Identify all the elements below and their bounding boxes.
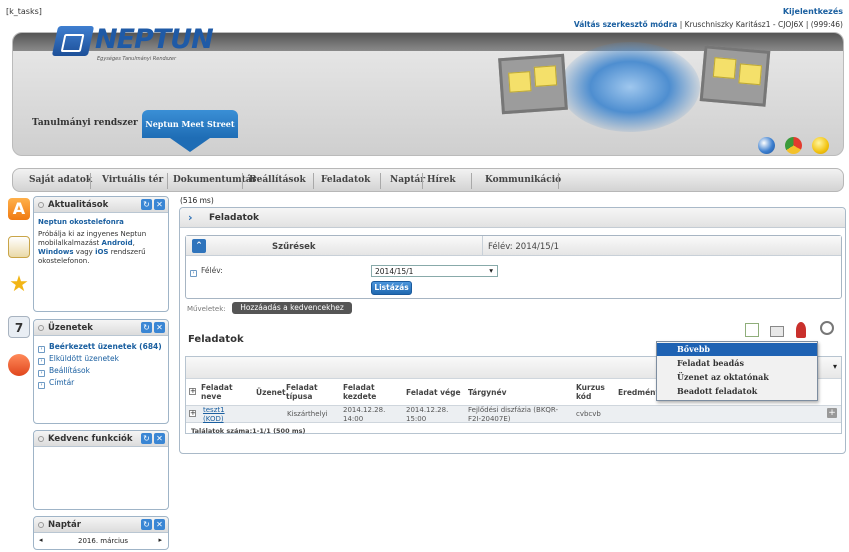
semester-select[interactable]: 2014/15/1 ▾ [371,265,498,277]
news-link[interactable]: Neptun okostelefonra [38,218,164,227]
tasks-label: [k_tasks] [6,7,42,16]
task-subject: Fejlődési diszfázia (BKQR- F2I-20407E) [468,406,559,423]
tab-meet-street[interactable]: Neptun Meet Street [142,110,238,138]
favorites-panel: Kedvenc funkciók ↻ ✕ [33,430,169,510]
table-options-dropdown-icon[interactable]: ▾ [833,362,837,371]
panel-close-icon[interactable]: ✕ [154,322,165,333]
board-left-icon [498,53,568,115]
col-header-message[interactable]: Üzenet [256,388,286,397]
chevron-right-icon: › [188,211,193,224]
messages-panel: Üzenetek ↻ ✕ › Beérkezett üzenetek (684) … [33,319,169,424]
col-header-task-start[interactable]: Feladat kezdete [343,383,383,401]
col-header-course-code[interactable]: Kurzus kód [576,383,610,401]
panel-refresh-icon[interactable]: ↻ [141,519,152,530]
col-header-result[interactable]: Eredmény [618,388,660,397]
logo-text: NEPTUN [95,24,214,55]
logo-subtitle: Egységes Tanulmányi Rendszer [97,56,177,62]
row-plus-icon[interactable]: + [827,408,837,418]
calendar-month: 2016. március [78,537,128,545]
switch-editor-link[interactable]: Váltás szerkesztő módra [574,20,678,29]
list-button[interactable]: Listázás [371,281,412,295]
col-header-task-name[interactable]: Feladat neve [201,383,239,401]
row-expand-icon[interactable]: + [189,410,196,417]
col-header-subject[interactable]: Tárgynév [468,388,506,397]
page-title: Feladatok [209,213,260,223]
news-panel: Aktualitások ↻ ✕ Neptun okostelefonra Pr… [33,196,169,312]
calendar-prev-icon[interactable]: ◂ [39,536,43,544]
print-icon[interactable] [770,326,784,337]
user-line: Váltás szerkesztő módra | Kruschniszky K… [573,20,843,29]
panel-close-icon[interactable]: ✕ [154,199,165,210]
messages-panel-title: Üzenetek [48,323,93,333]
filter-title: Szűrések [272,242,316,252]
pin-icon[interactable] [796,322,806,338]
star-icon[interactable]: ★ [8,274,30,296]
menu-item-message-teacher[interactable]: Üzenet az oktatónak [657,371,817,384]
news-panel-title: Aktualitások [48,200,109,210]
session-timer: (999:46) [810,20,843,29]
logo-mark-icon [51,26,95,56]
add-to-favorites-button[interactable]: Hozzáadás a kedvencekhez [232,302,352,314]
logout-link[interactable]: Kijelentkezés [783,7,843,16]
tasks-section-title: Feladatok [188,334,244,345]
theme-icon[interactable] [785,137,802,154]
header-decoration [470,34,840,144]
search-icon[interactable] [820,321,834,335]
row-context-menu: Bővebb Feladat beadás Üzenet az oktatóna… [656,341,818,401]
user-name: Kruschniszky Karitász1 - CJOJ6X [684,20,804,29]
actions-label: Műveletek: [187,305,226,313]
semester-field-label: › Félév: [190,266,223,277]
load-time: (516 ms) [180,196,214,205]
result-count: Találatok száma:1-1/1 (500 ms) [191,427,306,435]
task-type: Kiszárthelyi [287,410,328,418]
envelope-icon[interactable] [8,236,30,258]
menu-item-more[interactable]: Bővebb [657,343,817,356]
menu-item-submitted-tasks[interactable]: Beadott feladatok [657,385,817,398]
nav-item-own-data[interactable]: Saját adatok [29,175,92,185]
filter-box: ⌃ Szűrések Félév: 2014/15/1 › Félév: 2014… [185,235,842,299]
task-name-link[interactable]: teszt1 (KOD) [203,406,225,424]
calendar-next-icon[interactable]: ▸ [158,536,162,544]
help-icon[interactable] [758,137,775,154]
messages-sent-link[interactable]: › Elküldött üzenetek [38,353,164,365]
menu-item-submit-task[interactable]: Feladat beadás [657,357,817,370]
panel-refresh-icon[interactable]: ↻ [141,433,152,444]
filter-semester-summary: Félév: 2014/15/1 [488,242,559,252]
smiley-icon[interactable] [812,137,829,154]
tab-study-system[interactable]: Tanulmányi rendszer [32,118,138,128]
panel-refresh-icon[interactable]: ↻ [141,322,152,333]
nav-item-news[interactable]: Hírek [427,175,456,185]
panel-close-icon[interactable]: ✕ [154,519,165,530]
task-end: 2014.12.28. 15:00 [406,406,449,423]
task-course-code: cvbcvb [576,410,601,418]
messages-inbox-link[interactable]: › Beérkezett üzenetek (684) [38,341,164,353]
nav-item-communication[interactable]: Kommunikáció [485,175,561,185]
nav-item-calendar[interactable]: Naptár [390,175,425,185]
excel-export-icon[interactable] [745,323,759,337]
tasks-content: › Feladatok ⌃ Szűrések Félév: 2014/15/1 … [179,207,846,454]
main-navigation: Saját adatok Virtuális tér Dokumentumtár… [12,168,844,192]
messages-directory-link[interactable]: › Címtár [38,377,164,389]
collapse-filter-icon[interactable]: ⌃ [192,239,206,253]
nav-item-documents[interactable]: Dokumentumtár [173,175,256,185]
panel-close-icon[interactable]: ✕ [154,433,165,444]
letter-a-icon[interactable]: A [8,198,30,220]
messages-settings-link[interactable]: › Beállítások [38,365,164,377]
neptun-logo[interactable]: NEPTUN Egységes Tanulmányi Rendszer [51,22,214,68]
calendar-day-icon[interactable]: 7 [8,316,30,338]
board-right-icon [699,45,771,107]
chat-bubbles-icon[interactable] [8,354,30,376]
nav-item-virtual-space[interactable]: Virtuális tér [102,175,163,185]
calendar-panel-title: Naptár [48,520,81,530]
panel-refresh-icon[interactable]: ↻ [141,199,152,210]
nav-item-tasks[interactable]: Feladatok [321,175,370,185]
calendar-panel: Naptár ↻ ✕ ◂ 2016. március ▸ [33,516,169,550]
nav-item-settings[interactable]: Beállítások [249,175,306,185]
chevron-down-icon: ▾ [489,266,493,275]
task-start: 2014.12.28. 14:00 [343,406,386,423]
expand-all-icon[interactable]: + [189,388,196,395]
favorites-panel-title: Kedvenc funkciók [48,434,133,444]
col-header-task-type[interactable]: Feladat típusa [286,383,326,401]
col-header-task-end[interactable]: Feladat vége [406,388,461,397]
